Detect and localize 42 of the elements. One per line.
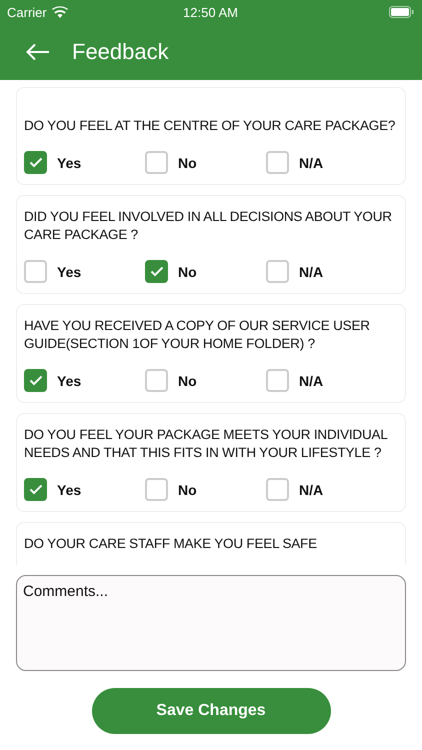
option-label: Yes (57, 264, 82, 280)
question-text: HAVE YOU RECEIVED A COPY OF OUR SERVICE USER GUIDE(SECTION 1OF YOUR HOME FOLDER) ? (24, 317, 371, 353)
question-text: DID YOU FEEL INVOLVED IN ALL DECISIONS ABOUT YOUR CARE PACKAGE ? (24, 208, 393, 244)
battery-icon (389, 6, 414, 18)
checkmark-icon (28, 157, 42, 168)
option-label: N/A (299, 154, 324, 170)
checkbox[interactable] (266, 369, 289, 392)
checkbox[interactable] (24, 369, 47, 392)
save-changes-button[interactable]: Save Changes (92, 688, 330, 734)
checkbox[interactable] (266, 478, 289, 501)
checkmark-icon (28, 484, 42, 495)
carrier-label: Carrier (7, 4, 47, 20)
checkbox[interactable] (266, 260, 289, 283)
question-text: DO YOU FEEL AT THE CENTRE OF YOUR CARE PACKAGE? (24, 117, 396, 135)
option-label: N/A (299, 482, 324, 498)
checkbox[interactable] (266, 151, 289, 174)
checkbox[interactable] (145, 369, 168, 392)
option-label: Yes (57, 482, 82, 498)
status-time: 12:50 AM (183, 4, 238, 20)
checkbox[interactable] (145, 260, 168, 283)
back-button[interactable] (26, 43, 50, 61)
option-label: Yes (57, 154, 82, 170)
option-label: No (178, 482, 197, 498)
option-label: No (178, 372, 197, 388)
checkbox[interactable] (24, 478, 47, 501)
checkbox[interactable] (24, 151, 47, 174)
back-arrow-icon (26, 43, 50, 61)
option-label: No (178, 264, 197, 280)
comments-field[interactable]: Comments... (16, 575, 406, 671)
checkmark-icon (150, 266, 164, 277)
option-label: Yes (57, 372, 82, 388)
checkbox[interactable] (145, 478, 168, 501)
option-label: N/A (299, 372, 324, 388)
option-label: N/A (299, 264, 324, 280)
option-label: No (178, 154, 197, 170)
wifi-icon (52, 6, 68, 18)
screen-title: Feedback (72, 39, 169, 65)
checkbox[interactable] (145, 151, 168, 174)
checkbox[interactable] (24, 260, 47, 283)
question-text: DO YOUR CARE STAFF MAKE YOU FEEL SAFE (24, 535, 318, 553)
checkmark-icon (28, 375, 42, 386)
question-text: DO YOU FEEL YOUR PACKAGE MEETS YOUR INDIVIDUAL NEEDS AND THAT THIS FITS IN WITH YOUR LIFESTYLE ? (24, 426, 388, 462)
